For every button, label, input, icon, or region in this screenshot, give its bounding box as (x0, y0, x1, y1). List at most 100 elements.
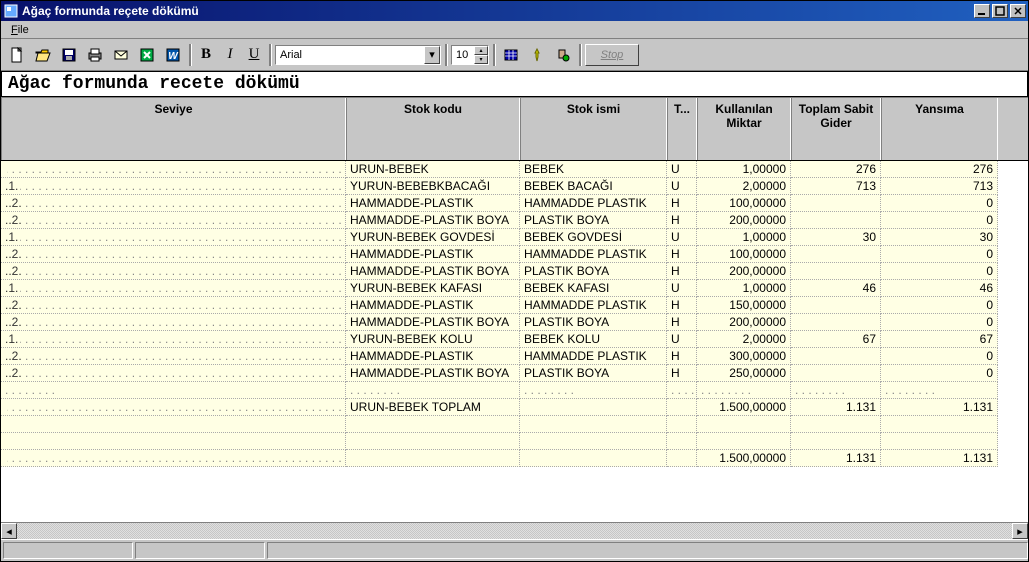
font-name-input[interactable] (276, 46, 424, 64)
cell: YURUN-BEBEK KAFASI (346, 280, 520, 297)
cell: U (667, 178, 697, 195)
cell: 713 (881, 178, 998, 195)
size-up-button[interactable]: ▴ (474, 46, 488, 55)
grid-icon[interactable] (499, 43, 523, 67)
save-button[interactable] (57, 43, 81, 67)
scroll-right-button[interactable]: ▸ (1012, 523, 1028, 539)
cell: 2,00000 (697, 178, 791, 195)
pin-icon[interactable] (525, 43, 549, 67)
print-button[interactable] (83, 43, 107, 67)
table-row[interactable]: .1.YURUN-BEBEK KAFASIBEBEK KAFASIU1,0000… (1, 280, 1028, 297)
cell: 1.131 (791, 450, 881, 467)
cell: 100,00000 (697, 246, 791, 263)
grid-body[interactable]: URUN-BEBEKBEBEKU1,00000276276.1.YURUN-BE… (1, 161, 1028, 522)
underline-button[interactable]: U (243, 46, 265, 63)
cell: YURUN-BEBEBKBACAĞI (346, 178, 520, 195)
cell: H (667, 212, 697, 229)
cell: . . . . . . . . (697, 382, 791, 399)
table-row[interactable]: URUN-BEBEKBEBEKU1,00000276276 (1, 161, 1028, 178)
table-row[interactable]: ..2.HAMMADDE-PLASTIK BOYAPLASTIK BOYAH20… (1, 212, 1028, 229)
cell (1, 450, 346, 467)
table-row[interactable]: 1.500,000001.1311.131 (1, 450, 1028, 467)
menu-file[interactable]: File (5, 23, 35, 37)
cell: 67 (791, 331, 881, 348)
cell: 0 (881, 263, 998, 280)
table-row[interactable]: ..2.HAMMADDE-PLASTIK BOYAPLASTIK BOYAH20… (1, 263, 1028, 280)
cell: 276 (791, 161, 881, 178)
cell (791, 416, 881, 433)
cell (697, 416, 791, 433)
close-button[interactable] (1010, 4, 1026, 18)
new-button[interactable] (5, 43, 29, 67)
table-row[interactable]: ..2.HAMMADDE-PLASTIKHAMMADDE PLASTIKH100… (1, 246, 1028, 263)
scroll-track[interactable] (17, 523, 1012, 539)
col-yansima[interactable]: Yansıma (881, 98, 998, 160)
table-row[interactable]: .1.YURUN-BEBEBKBACAĞIBEBEK BACAĞIU2,0000… (1, 178, 1028, 195)
minimize-button[interactable] (974, 4, 990, 18)
cell: HAMMADDE-PLASTIK BOYA (346, 263, 520, 280)
cell: HAMMADDE-PLASTIK (346, 195, 520, 212)
cell: ..2. (1, 365, 346, 382)
cell: .1. (1, 331, 346, 348)
cell (791, 297, 881, 314)
col-stok-ismi[interactable]: Stok ismi (520, 98, 667, 160)
col-miktar[interactable]: Kullanılan Miktar (697, 98, 791, 160)
cell: H (667, 297, 697, 314)
font-size-spinner[interactable]: ▴▾ (451, 45, 489, 65)
cell: PLASTIK BOYA (520, 212, 667, 229)
excel-button[interactable] (135, 43, 159, 67)
cell: .1. (1, 280, 346, 297)
cell: H (667, 314, 697, 331)
cell: 200,00000 (697, 314, 791, 331)
table-row[interactable]: . . . . . . . .. . . . . . . .. . . . . … (1, 382, 1028, 399)
scroll-left-button[interactable]: ◂ (1, 523, 17, 539)
cell: .1. (1, 229, 346, 246)
mail-button[interactable] (109, 43, 133, 67)
table-row[interactable]: ..2.HAMMADDE-PLASTIKHAMMADDE PLASTIKH300… (1, 348, 1028, 365)
cell: HAMMADDE-PLASTIK BOYA (346, 365, 520, 382)
font-dropdown-icon[interactable]: ▾ (424, 46, 440, 64)
table-row[interactable] (1, 416, 1028, 433)
cell: 1,00000 (697, 229, 791, 246)
cell: BEBEK (520, 161, 667, 178)
table-row[interactable] (1, 433, 1028, 450)
size-down-button[interactable]: ▾ (474, 55, 488, 64)
table-row[interactable]: ..2.HAMMADDE-PLASTIK BOYAPLASTIK BOYAH20… (1, 314, 1028, 331)
cell: H (667, 263, 697, 280)
bold-button[interactable]: B (195, 46, 217, 63)
table-row[interactable]: URUN-BEBEK TOPLAM1.500,000001.1311.131 (1, 399, 1028, 416)
cell (881, 416, 998, 433)
cell: HAMMADDE PLASTIK (520, 195, 667, 212)
open-button[interactable] (31, 43, 55, 67)
table-row[interactable]: ..2.HAMMADDE-PLASTIKHAMMADDE PLASTIKH150… (1, 297, 1028, 314)
cell: 713 (791, 178, 881, 195)
cell: HAMMADDE-PLASTIK (346, 297, 520, 314)
font-size-input[interactable] (452, 46, 474, 64)
cell (791, 212, 881, 229)
cell: URUN-BEBEK TOPLAM (346, 399, 520, 416)
col-seviye[interactable]: Seviye (1, 98, 346, 160)
col-stok-kodu[interactable]: Stok kodu (346, 98, 520, 160)
table-row[interactable]: ..2.HAMMADDE-PLASTIKHAMMADDE PLASTIKH100… (1, 195, 1028, 212)
cell: 1.131 (881, 399, 998, 416)
table-row[interactable]: .1.YURUN-BEBEK KOLUBEBEK KOLUU2,00000676… (1, 331, 1028, 348)
maximize-button[interactable] (992, 4, 1008, 18)
font-name-combobox[interactable]: ▾ (275, 45, 441, 65)
table-row[interactable]: .1.YURUN-BEBEK GOVDESİBEBEK GOVDESİU1,00… (1, 229, 1028, 246)
cell: . . . . . . . . (881, 382, 998, 399)
cell: ..2. (1, 246, 346, 263)
col-gider[interactable]: Toplam Sabit Gider (791, 98, 881, 160)
cell: 0 (881, 297, 998, 314)
statusbar (1, 539, 1028, 561)
italic-button[interactable]: I (219, 46, 241, 63)
cell: H (667, 348, 697, 365)
word-button[interactable]: W (161, 43, 185, 67)
tool-icon[interactable] (551, 43, 575, 67)
horizontal-scrollbar[interactable]: ◂ ▸ (1, 522, 1028, 539)
cell (791, 195, 881, 212)
table-row[interactable]: ..2.HAMMADDE-PLASTIK BOYAPLASTIK BOYAH25… (1, 365, 1028, 382)
cell (520, 416, 667, 433)
col-t[interactable]: T... (667, 98, 697, 160)
cell (520, 433, 667, 450)
cell: U (667, 280, 697, 297)
